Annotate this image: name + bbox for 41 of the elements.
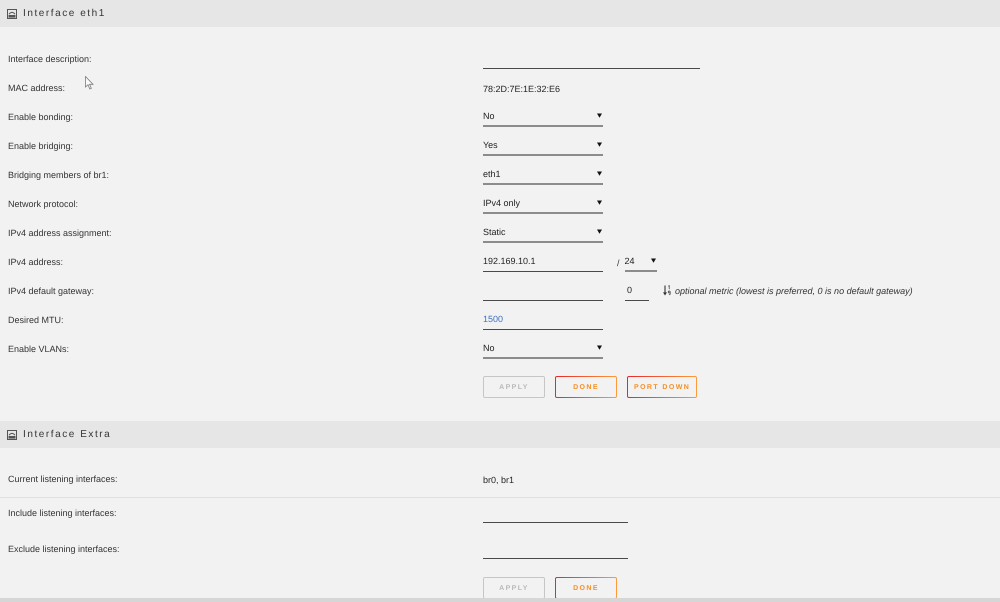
input-field[interactable]: 192.169.10.1 <box>483 252 603 272</box>
hint-text: optional metric (lowest is preferred, 0 is no default gateway) <box>675 286 913 296</box>
field-label: Desired MTU: <box>8 314 64 324</box>
field-label: Current listening interfaces: <box>8 474 118 484</box>
caret-icon <box>597 200 602 205</box>
caret-icon <box>597 345 602 350</box>
value-text: 78:2D:7E:1E:32:E6 <box>483 84 560 94</box>
field-label: Enable VLANs: <box>8 344 70 354</box>
input-field[interactable]: 0 <box>625 280 649 300</box>
field-label: Bridging members of br1: <box>8 170 110 180</box>
slash-separator: / <box>617 258 620 268</box>
dropdown[interactable]: IPv4 only <box>483 194 603 214</box>
dropdown[interactable]: eth1 <box>483 164 603 184</box>
input-field[interactable]: 1500 <box>483 310 603 330</box>
field-label: Enable bonding: <box>8 112 74 122</box>
dropdown[interactable]: No <box>483 338 603 358</box>
field-label: Enable bridging: <box>8 140 74 150</box>
caret-icon <box>597 171 602 176</box>
dropdown[interactable]: No <box>483 106 603 126</box>
dropdown[interactable]: 24 <box>624 252 657 272</box>
caret-icon <box>597 113 602 118</box>
field-label: IPv4 default gateway: <box>8 286 94 296</box>
field-label: Network protocol: <box>8 198 78 208</box>
field-label: IPv4 address assignment: <box>8 228 112 238</box>
value-text: br0, br1 <box>483 474 514 484</box>
field-label: Include listening interfaces: <box>8 508 117 518</box>
section-title: Interface Extra <box>23 429 112 440</box>
field-label: Interface description: <box>8 54 92 64</box>
cursor-icon <box>85 76 94 90</box>
field-label: IPv4 address: <box>8 256 64 266</box>
panel-icon <box>7 430 17 440</box>
sort-down-icon <box>663 285 671 296</box>
section-title: Interface eth1 <box>23 8 106 19</box>
dropdown[interactable]: Static <box>483 222 603 242</box>
dropdown[interactable]: Yes <box>483 136 603 156</box>
field-label: Exclude listening interfaces: <box>8 544 120 554</box>
field-label: MAC address: <box>8 82 66 92</box>
caret-icon <box>597 142 602 147</box>
caret-icon <box>650 258 656 263</box>
caret-icon <box>597 229 602 234</box>
panel-icon <box>7 8 17 18</box>
